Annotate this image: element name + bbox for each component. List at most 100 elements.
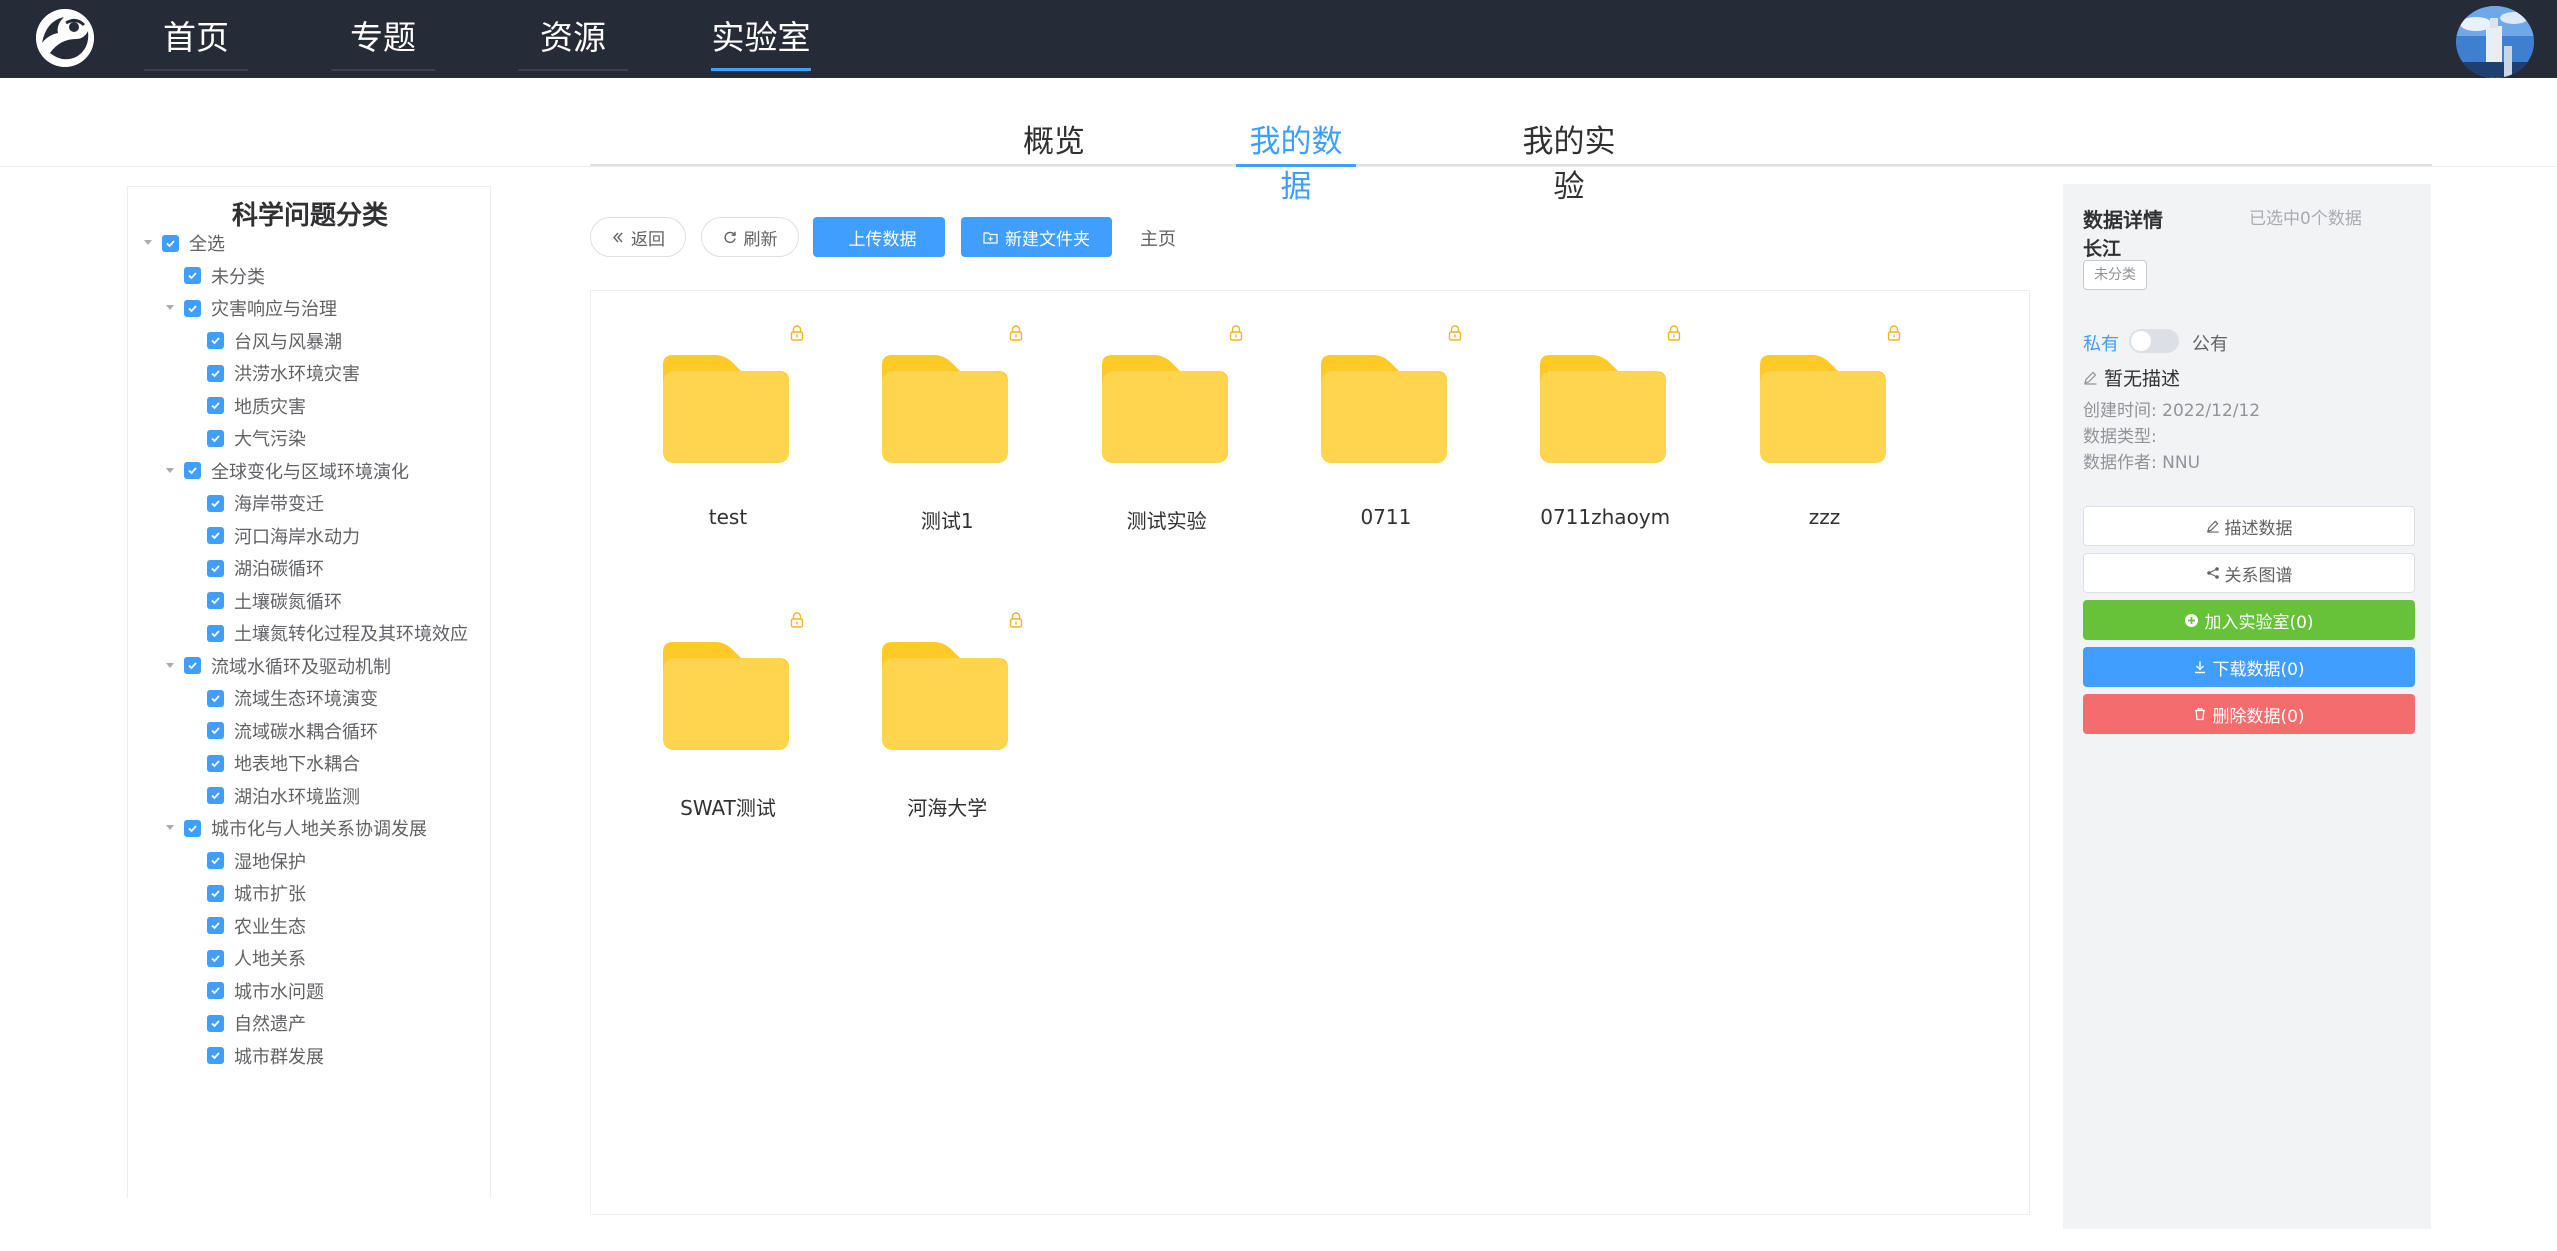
tree-node[interactable]: 流域水循环及驱动机制 <box>162 652 391 680</box>
tree-node[interactable]: 海岸带变迁 <box>185 489 324 517</box>
tab-overview[interactable]: 概览 <box>1023 116 1085 166</box>
tree-node[interactable]: 城市扩张 <box>185 879 306 907</box>
caret-down-icon[interactable] <box>162 658 178 674</box>
checkbox[interactable] <box>207 1014 224 1032</box>
checkbox[interactable] <box>207 722 224 739</box>
description[interactable]: 暂无描述 <box>2083 364 2180 391</box>
checkbox[interactable] <box>184 267 201 284</box>
double-chevron-left-icon <box>611 231 624 244</box>
lock-icon <box>1009 612 1023 632</box>
checkbox[interactable] <box>207 787 224 804</box>
tree-node[interactable]: 地质灾害 <box>185 392 306 420</box>
delete-data-button[interactable]: 删除数据(0) <box>2083 694 2415 734</box>
nav-topics[interactable]: 专题 <box>331 0 435 78</box>
folder-item[interactable]: test <box>618 291 818 531</box>
tree-node[interactable]: 城市化与人地关系协调发展 <box>162 814 427 842</box>
checkbox[interactable] <box>207 949 224 967</box>
breadcrumb-home[interactable]: 主页 <box>1140 225 1176 251</box>
checkbox[interactable] <box>207 527 224 544</box>
caret-down-icon[interactable] <box>140 235 156 251</box>
checkbox[interactable] <box>207 754 224 772</box>
lock-icon <box>790 325 804 345</box>
folder-item[interactable]: SWAT测试 <box>618 578 818 820</box>
tree-node[interactable]: 未分类 <box>162 262 265 290</box>
upload-data-button[interactable]: 上传数据 <box>813 217 945 257</box>
checkbox[interactable] <box>207 982 224 999</box>
tree-node[interactable]: 湖泊碳循环 <box>185 554 324 582</box>
tree-node[interactable]: 全选 <box>140 229 225 257</box>
describe-data-button[interactable]: 描述数据 <box>2083 506 2415 546</box>
tree-node[interactable]: 台风与风暴潮 <box>185 327 342 355</box>
caret-down-icon[interactable] <box>162 463 178 479</box>
tree-node[interactable]: 自然遗产 <box>185 1009 306 1037</box>
folder-item[interactable]: zzz <box>1715 291 1915 531</box>
tab-my-experiments[interactable]: 我的实验 <box>1508 116 1630 205</box>
tree-node[interactable]: 地表地下水耦合 <box>185 749 360 777</box>
user-avatar[interactable] <box>2456 6 2534 78</box>
checkbox[interactable] <box>207 689 224 707</box>
new-folder-button[interactable]: 新建文件夹 <box>961 217 1112 257</box>
tree-node[interactable]: 农业生态 <box>185 912 306 940</box>
tree-node-label: 自然遗产 <box>234 1014 306 1035</box>
folder-item[interactable]: 测试1 <box>837 291 1037 533</box>
caret-down-icon[interactable] <box>162 300 178 316</box>
tree-node[interactable]: 全球变化与区域环境演化 <box>162 457 409 485</box>
checkbox[interactable] <box>207 494 224 512</box>
tab-my-data[interactable]: 我的数据 <box>1236 116 1356 205</box>
checkbox[interactable] <box>207 429 224 447</box>
refresh-button-label: 刷新 <box>743 229 778 250</box>
folder-item[interactable]: 测试实验 <box>1057 291 1257 533</box>
checkbox[interactable] <box>207 1047 224 1064</box>
checkbox[interactable] <box>184 462 201 479</box>
tree-node[interactable]: 城市群发展 <box>185 1042 324 1070</box>
checkbox[interactable] <box>184 819 201 837</box>
tree-node[interactable]: 洪涝水环境灾害 <box>185 359 360 387</box>
tree-node[interactable]: 湖泊水环境监测 <box>185 782 360 810</box>
checkbox[interactable] <box>184 657 201 674</box>
refresh-button[interactable]: 刷新 <box>701 217 799 257</box>
checkbox[interactable] <box>207 397 224 414</box>
checkbox[interactable] <box>207 624 224 642</box>
nav-lab[interactable]: 实验室 <box>711 0 811 78</box>
back-button[interactable]: 返回 <box>590 217 686 257</box>
nav-home[interactable]: 首页 <box>144 0 248 78</box>
checkbox[interactable] <box>184 299 201 317</box>
visibility-toggle[interactable] <box>2129 329 2179 353</box>
tree-node-label: 全选 <box>189 234 225 255</box>
folder-item[interactable]: 0711 <box>1276 291 1476 531</box>
checkbox[interactable] <box>207 332 224 349</box>
checkbox[interactable] <box>207 917 224 934</box>
tree-node[interactable]: 河口海岸水动力 <box>185 522 360 550</box>
tree-node[interactable]: 人地关系 <box>185 944 306 972</box>
toggle-knob <box>2131 331 2151 351</box>
folder-name: 河海大学 <box>907 796 988 820</box>
description-text: 暂无描述 <box>2104 368 2181 390</box>
checkbox[interactable] <box>162 234 179 252</box>
download-data-button[interactable]: 下载数据(0) <box>2083 647 2415 687</box>
tree-node[interactable]: 土壤氮转化过程及其环境效应 <box>185 619 468 647</box>
tree-node-label: 土壤氮转化过程及其环境效应 <box>234 624 468 645</box>
public-label: 公有 <box>2192 334 2228 355</box>
tree-node[interactable]: 城市水问题 <box>185 977 324 1005</box>
site-logo[interactable] <box>36 9 94 67</box>
checkbox[interactable] <box>207 559 224 577</box>
data-type: 数据类型: <box>2083 427 2157 447</box>
caret-down-icon[interactable] <box>162 820 178 836</box>
folder-item[interactable]: 0711zhaoym <box>1495 291 1695 531</box>
folder-name: SWAT测试 <box>680 796 776 820</box>
add-to-lab-button[interactable]: 加入实验室(0) <box>2083 600 2415 640</box>
tree-node[interactable]: 流域碳水耦合循环 <box>185 717 378 745</box>
tree-node[interactable]: 流域生态环境演变 <box>185 684 378 712</box>
upload-data-label: 上传数据 <box>848 229 917 250</box>
checkbox[interactable] <box>207 852 224 869</box>
checkbox[interactable] <box>207 364 224 382</box>
checkbox[interactable] <box>207 884 224 902</box>
tree-node[interactable]: 土壤碳氮循环 <box>185 587 342 615</box>
tree-node[interactable]: 湿地保护 <box>185 847 306 875</box>
nav-resources[interactable]: 资源 <box>518 0 628 78</box>
folder-item[interactable]: 河海大学 <box>837 578 1037 820</box>
tree-node[interactable]: 灾害响应与治理 <box>162 294 337 322</box>
tree-node[interactable]: 大气污染 <box>185 424 306 452</box>
relation-graph-button[interactable]: 关系图谱 <box>2083 553 2415 593</box>
checkbox[interactable] <box>207 592 224 609</box>
